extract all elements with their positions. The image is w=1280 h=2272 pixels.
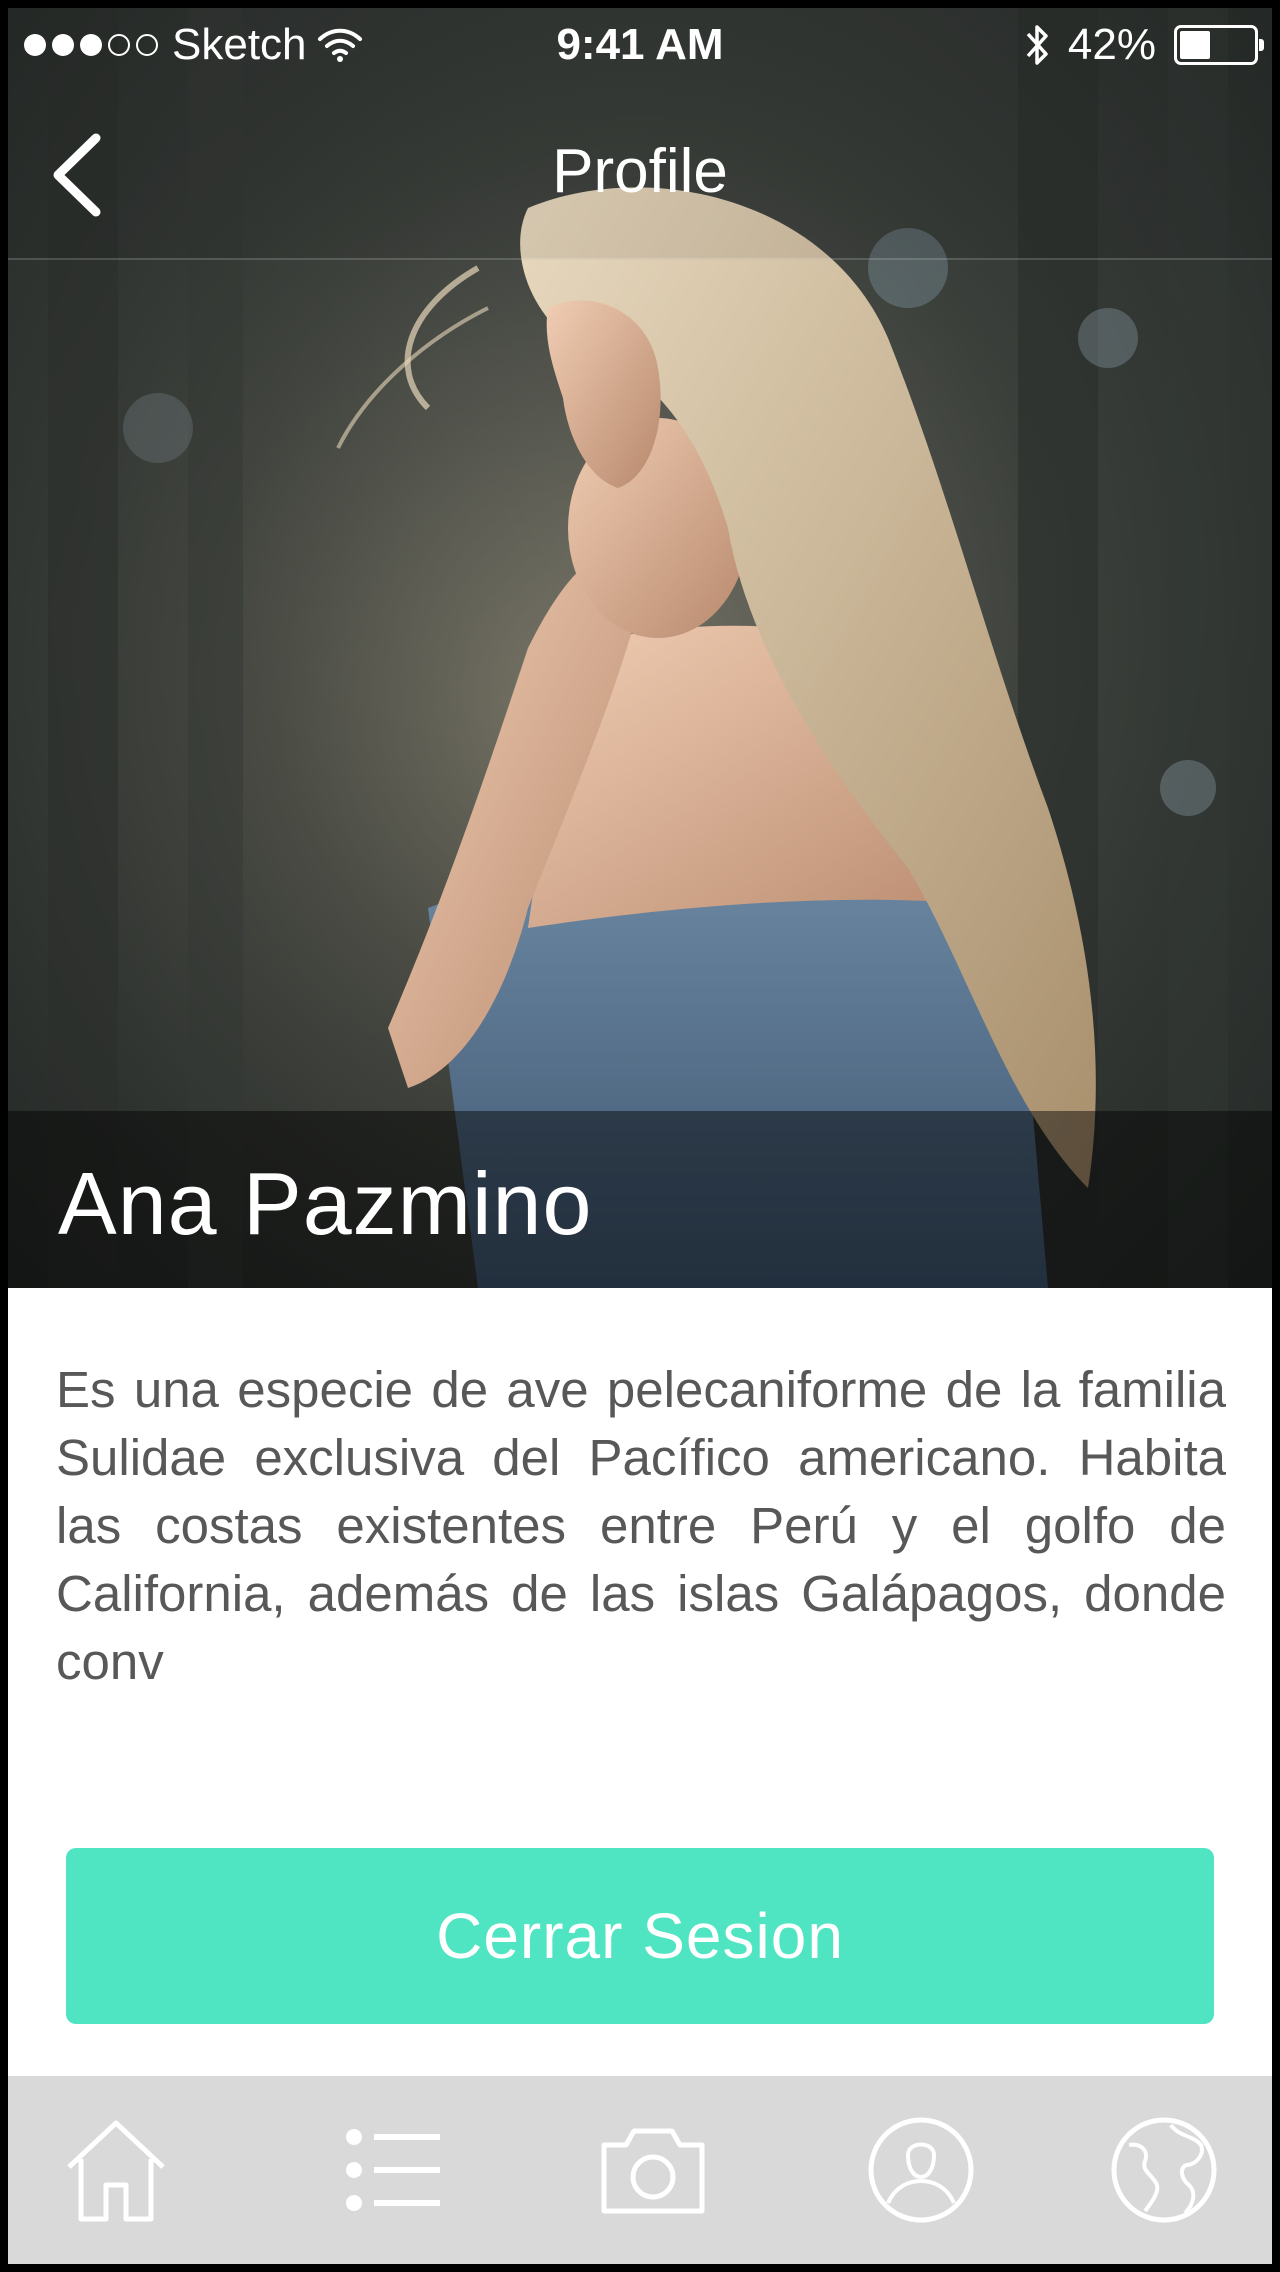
user-icon [868,2117,974,2223]
list-icon [346,2129,440,2211]
logout-button[interactable]: Cerrar Sesion [66,1848,1214,2024]
battery-percent: 42% [1067,20,1156,69]
camera-icon [601,2128,705,2214]
profile-photo: Sketch 9:41 AM 42% Profile Ana Pazmino [8,8,1272,1288]
profile-bio: Es una especie de ave pelecaniforme de l… [56,1361,1226,1690]
page-title: Profile [552,137,728,206]
tab-camera[interactable] [553,2076,753,2264]
tab-bar [8,2076,1272,2264]
tab-list[interactable] [294,2076,494,2264]
profile-screen: Sketch 9:41 AM 42% Profile Ana Pazmino E… [8,8,1272,2264]
status-bar: Sketch 9:41 AM 42% [8,8,1272,84]
battery-icon [1174,25,1264,65]
tab-explore[interactable] [1064,2076,1264,2264]
navigation-bar: Sketch 9:41 AM 42% Profile [8,8,1272,260]
name-banner: Ana Pazmino [8,1111,1272,1288]
home-icon [67,2120,165,2222]
profile-name: Ana Pazmino [58,1154,593,1253]
tab-profile[interactable] [821,2076,1021,2264]
tab-home[interactable] [16,2076,216,2264]
globe-icon [1111,2117,1217,2223]
bluetooth-icon [1026,25,1048,65]
